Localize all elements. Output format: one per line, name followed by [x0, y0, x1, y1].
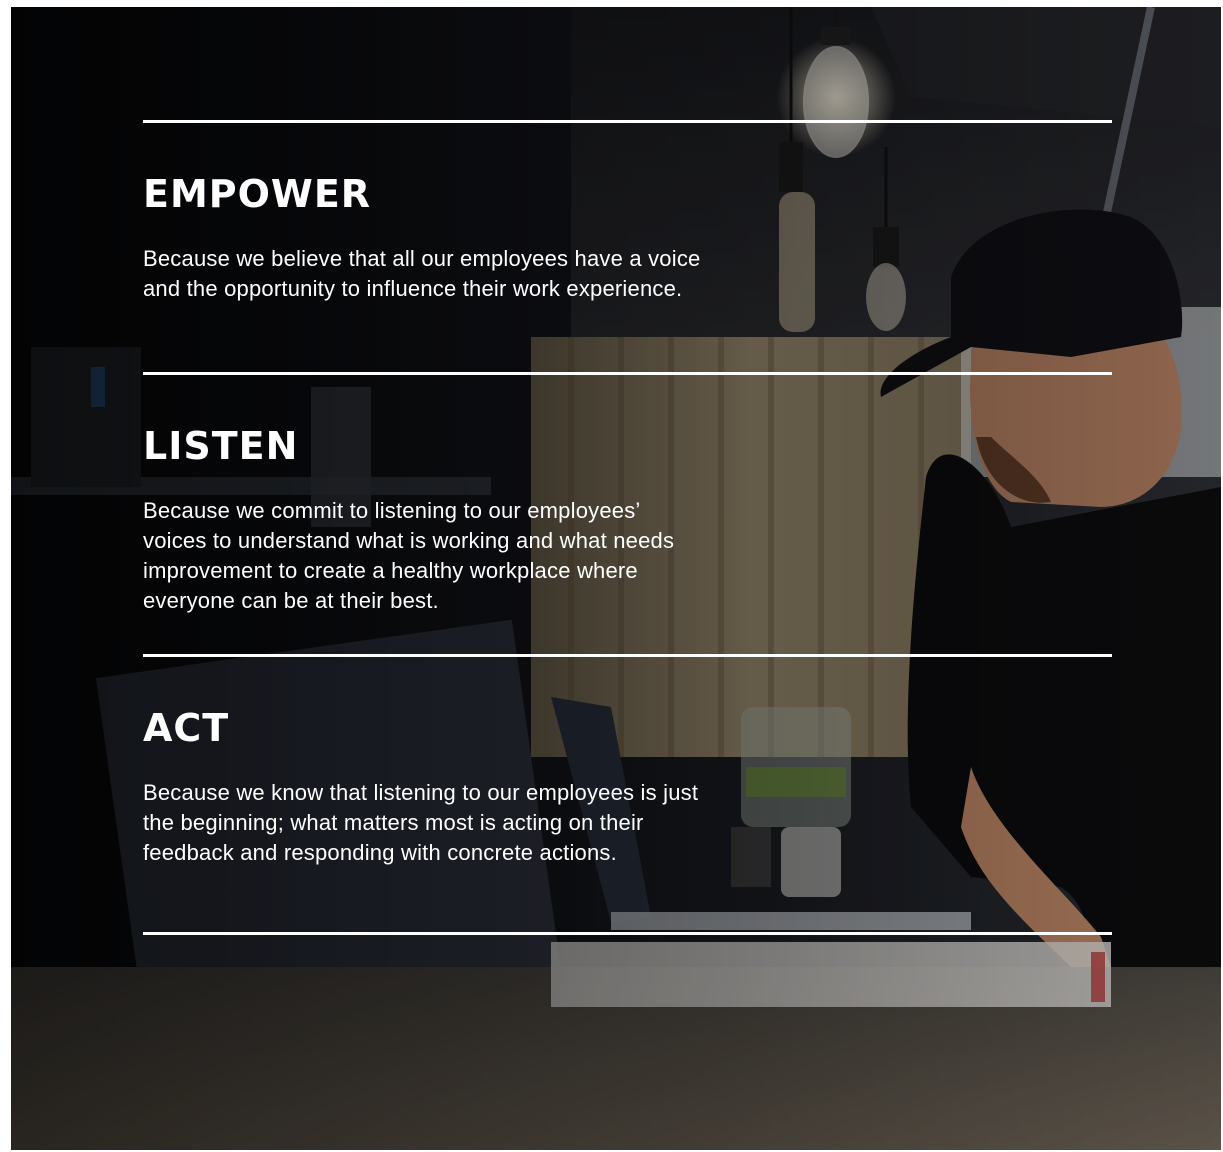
- values-list: EMPOWER Because we believe that all our …: [143, 7, 1113, 1150]
- section-heading-listen: LISTEN: [143, 424, 299, 468]
- section-body-listen: Because we commit to listening to our em…: [143, 498, 675, 613]
- section-body-empower: Because we believe that all our employee…: [143, 246, 701, 301]
- section-heading-empower: EMPOWER: [143, 172, 372, 216]
- divider-line: [143, 932, 1112, 935]
- hero-panel: EMPOWER Because we believe that all our …: [11, 7, 1221, 1150]
- divider-line: [143, 120, 1112, 123]
- divider-line: [143, 372, 1112, 375]
- divider-line: [143, 654, 1112, 657]
- section-heading-act: ACT: [143, 706, 230, 750]
- section-body-act: Because we know that listening to our em…: [143, 780, 699, 865]
